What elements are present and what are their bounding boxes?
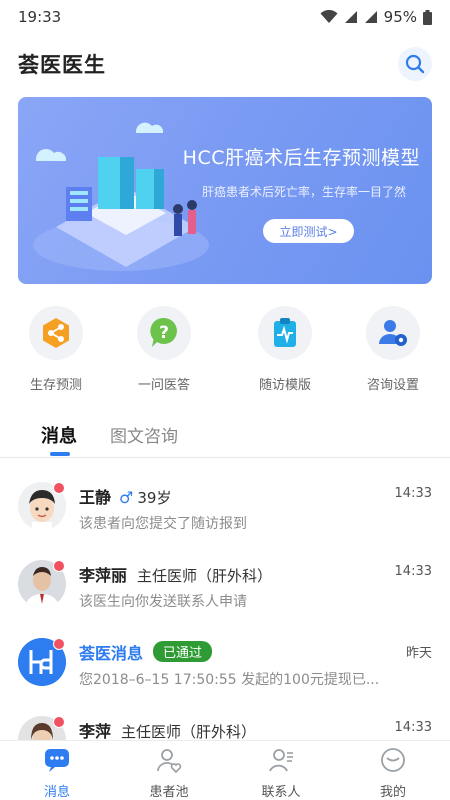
share-nodes-icon (43, 318, 69, 348)
message-preview: 您2018–6–15 17:50:55 发起的100元提现已... (79, 672, 380, 688)
patient-heart-icon (157, 749, 182, 773)
tabbar-item-contacts[interactable]: 联系人 (236, 747, 326, 800)
quick-action-followup-template[interactable]: 随访模版 (245, 306, 325, 393)
unread-dot (53, 638, 65, 650)
app-header: 荟医医生 (0, 34, 450, 94)
status-time: 19:33 (18, 8, 62, 26)
patient-age: 39岁 (137, 489, 172, 507)
promo-banner[interactable]: HCC肝癌术后生存预测模型 肝癌患者术后死亡率，生存率一目了然 立即测试> (18, 97, 432, 284)
message-sender: 荟医消息 已通过 (79, 640, 213, 664)
message-sender: 王静 ♂ 39岁 (79, 484, 171, 508)
tabbar-icon-wrap (156, 747, 182, 773)
tabbar-item-patient-pool[interactable]: 患者池 (124, 747, 214, 800)
message-sender: 李萍 主任医师（肝外科） (79, 718, 256, 742)
tabbar-icon-wrap (44, 747, 70, 773)
bottom-tab-bar: 消息 患者池 联系人 我的 (0, 740, 450, 800)
tab-messages[interactable]: 消息 (41, 422, 77, 448)
status-badge: 已通过 (153, 641, 213, 662)
quick-icon-bg: ? (137, 306, 191, 360)
server-illustration-icon (33, 122, 209, 271)
list-item[interactable]: 王静 ♂ 39岁 14:33 该患者向您提交了随访报到 (0, 470, 450, 548)
patient-name: 王静 (79, 488, 112, 507)
unread-dot (53, 560, 65, 572)
banner-title: HCC肝癌术后生存预测模型 (182, 147, 420, 169)
message-preview: 该医生向你发送联系人申请 (79, 594, 247, 610)
unread-dot (53, 482, 65, 494)
doctor-title: 主任医师（肝外科） (137, 567, 273, 585)
page-title: 荟医医生 (18, 53, 106, 77)
message-time: 昨天 (405, 646, 432, 661)
question-bubble-icon: ? (150, 317, 177, 347)
status-bar: 19:33 95% (0, 0, 450, 34)
clipboard-pulse-icon (274, 318, 296, 347)
chat-bubble-icon (45, 749, 69, 772)
contacts-icon (269, 749, 293, 772)
wifi-icon (320, 10, 338, 23)
quick-action-survival-prediction[interactable]: 生存预测 (16, 306, 96, 393)
battery-percent: 95% (383, 8, 417, 26)
quick-icon-bg (29, 306, 83, 360)
status-icons: 95% (320, 8, 432, 26)
quick-action-label: 一问医答 (137, 378, 190, 393)
quick-action-label: 咨询设置 (366, 378, 419, 393)
smiley-face-icon (381, 748, 405, 772)
signal-icon-2 (364, 11, 377, 23)
message-sender: 李萍丽 主任医师（肝外科） (79, 562, 272, 586)
quick-action-label: 生存预测 (29, 378, 82, 393)
message-time: 14:33 (394, 486, 432, 501)
search-icon (405, 54, 425, 74)
search-button[interactable] (398, 47, 432, 81)
quick-action-label: 随访模版 (258, 378, 311, 393)
quick-action-ask-doctor[interactable]: ? 一问医答 (124, 306, 204, 393)
tabbar-label: 联系人 (261, 785, 301, 800)
male-icon: ♂ (119, 488, 134, 507)
quick-icon-bg (258, 306, 312, 360)
doctor-name: 李萍丽 (79, 566, 128, 585)
quick-action-consult-settings[interactable]: 咨询设置 (353, 306, 433, 393)
svg-text:?: ? (159, 323, 169, 343)
doctor-name: 李萍 (79, 722, 112, 741)
tab-indicator (50, 452, 70, 456)
banner-subtitle: 肝癌患者术后死亡率，生存率一目了然 (201, 185, 406, 199)
tabbar-label: 消息 (43, 785, 70, 800)
tabbar-icon-wrap (380, 747, 406, 773)
message-time: 14:33 (394, 720, 432, 735)
tabbar-label: 我的 (379, 785, 406, 800)
system-sender: 荟医消息 (79, 644, 144, 663)
user-gear-icon (379, 320, 407, 346)
tabbar-item-messages[interactable]: 消息 (12, 747, 102, 800)
tabbar-icon-wrap (268, 747, 294, 773)
tabbar-item-profile[interactable]: 我的 (348, 747, 438, 800)
signal-icon (344, 11, 357, 23)
list-item[interactable]: 李萍丽 主任医师（肝外科） 14:33 该医生向你发送联系人申请 (0, 548, 450, 626)
tab-image-text-consult[interactable]: 图文咨询 (110, 422, 178, 447)
unread-dot (53, 716, 65, 728)
battery-icon (423, 9, 432, 25)
message-preview: 该患者向您提交了随访报到 (79, 516, 247, 532)
doctor-title: 主任医师（肝外科） (121, 723, 257, 741)
start-test-button[interactable]: 立即测试> (263, 219, 354, 243)
message-tabs: 消息 图文咨询 (0, 416, 450, 458)
tabbar-label: 患者池 (149, 785, 189, 800)
quick-actions: 生存预测 ? 一问医答 随访模版 咨询设置 (0, 306, 450, 396)
quick-icon-bg (366, 306, 420, 360)
list-item[interactable]: 荟医消息 已通过 昨天 您2018–6–15 17:50:55 发起的100元提现… (0, 626, 450, 704)
message-time: 14:33 (394, 564, 432, 579)
